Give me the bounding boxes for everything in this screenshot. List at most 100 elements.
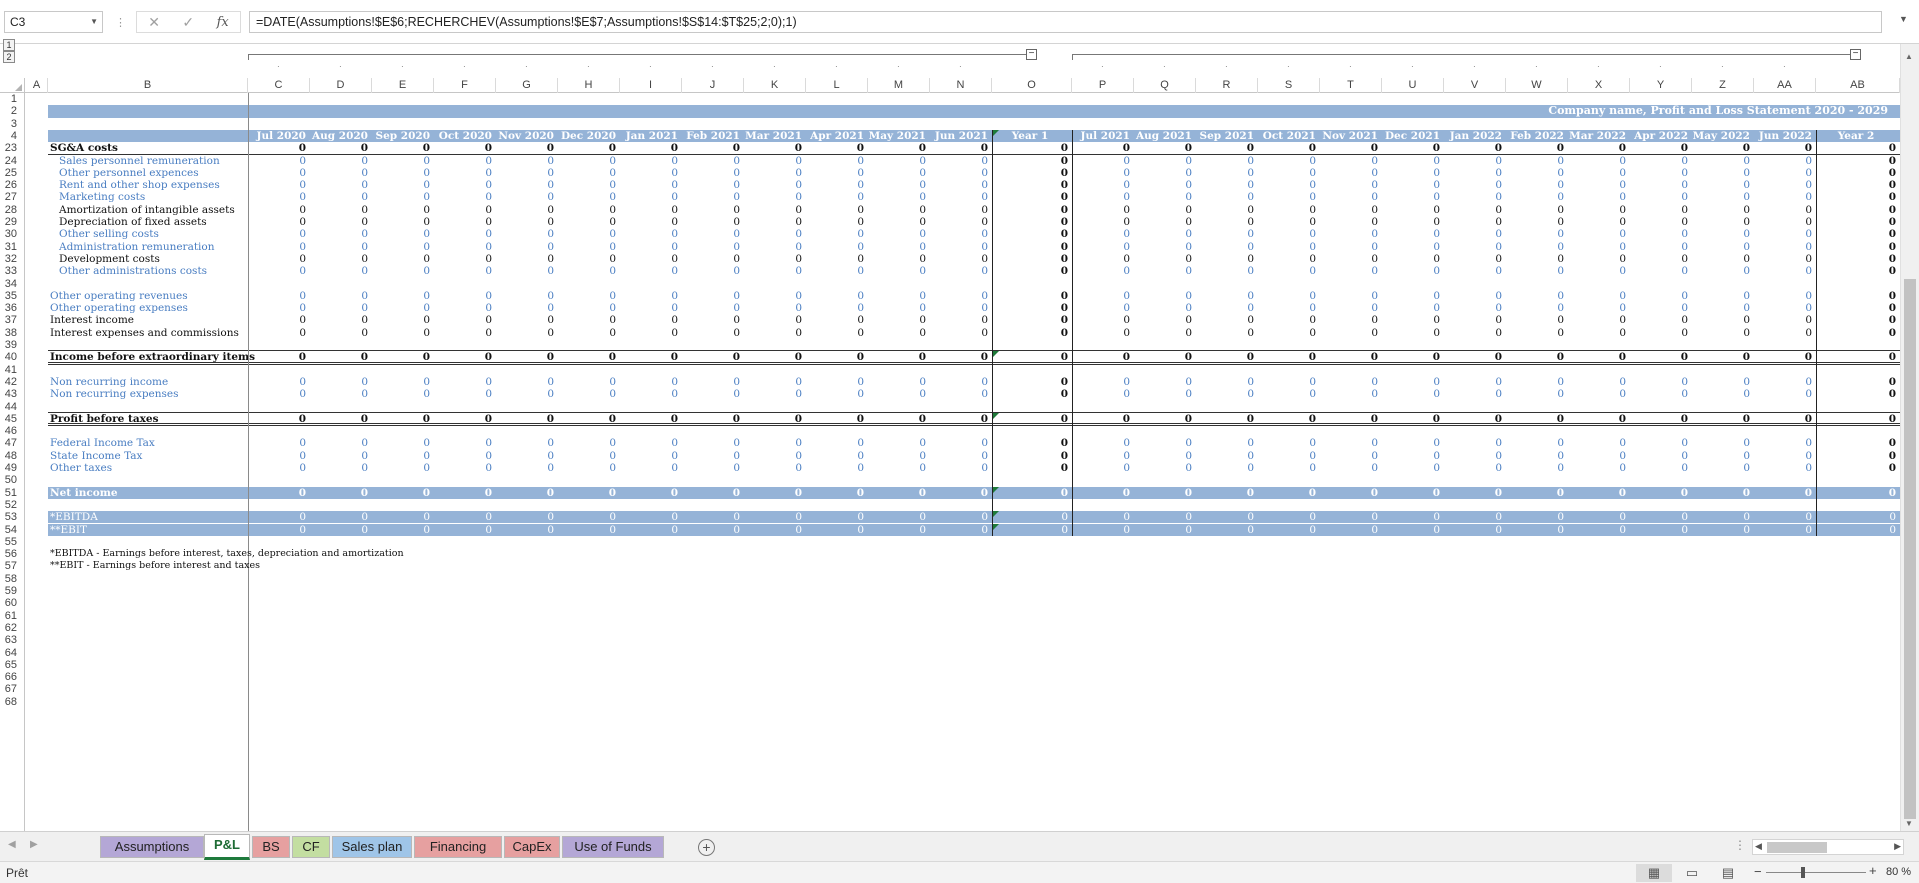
row-header-42[interactable]: 42 bbox=[0, 376, 24, 388]
row-header-40[interactable]: 40 bbox=[0, 351, 24, 363]
value-cell[interactable]: 0 bbox=[310, 487, 372, 502]
value-cell[interactable]: 0 bbox=[434, 265, 496, 280]
value-cell[interactable]: 0 bbox=[1816, 327, 1900, 342]
value-cell[interactable]: 0 bbox=[992, 327, 1072, 342]
page-break-view-icon[interactable]: ▤ bbox=[1710, 864, 1746, 882]
row-header-1[interactable]: 1 bbox=[0, 93, 24, 105]
value-cell[interactable]: 0 bbox=[310, 327, 372, 342]
row-header-66[interactable]: 66 bbox=[0, 671, 24, 683]
outline-level-2-button[interactable]: 2 bbox=[3, 51, 15, 63]
value-cell[interactable]: 0 bbox=[1568, 265, 1630, 280]
value-cell[interactable]: 0 bbox=[1506, 388, 1568, 403]
value-cell[interactable]: 0 bbox=[868, 327, 930, 342]
value-cell[interactable]: 0 bbox=[1754, 327, 1816, 342]
value-cell[interactable]: 0 bbox=[248, 265, 310, 280]
scroll-up-icon[interactable]: ▲ bbox=[1905, 52, 1913, 61]
column-header-x[interactable]: X bbox=[1568, 78, 1630, 93]
check-icon[interactable]: ✓ bbox=[182, 14, 194, 31]
value-cell[interactable]: 0 bbox=[868, 524, 930, 539]
sheet-tab-financing[interactable]: Financing bbox=[414, 836, 502, 858]
column-header-s[interactable]: S bbox=[1258, 78, 1320, 93]
value-cell[interactable]: 0 bbox=[1816, 524, 1900, 539]
zoom-slider-thumb[interactable] bbox=[1801, 867, 1805, 878]
value-cell[interactable]: 0 bbox=[744, 462, 806, 477]
value-cell[interactable]: 0 bbox=[1506, 524, 1568, 539]
sheet-tab-assumptions[interactable]: Assumptions bbox=[100, 836, 204, 858]
value-cell[interactable]: 0 bbox=[1568, 487, 1630, 502]
value-cell[interactable]: 0 bbox=[744, 388, 806, 403]
value-cell[interactable]: 0 bbox=[1630, 327, 1692, 342]
value-cell[interactable]: 0 bbox=[1816, 462, 1900, 477]
value-cell[interactable]: 0 bbox=[1568, 327, 1630, 342]
value-cell[interactable]: 0 bbox=[1072, 388, 1134, 403]
name-box[interactable]: C3 ▼ bbox=[4, 11, 103, 33]
column-header-u[interactable]: U bbox=[1382, 78, 1444, 93]
value-cell[interactable]: 0 bbox=[558, 524, 620, 539]
row-header-64[interactable]: 64 bbox=[0, 647, 24, 659]
row-header-58[interactable]: 58 bbox=[0, 573, 24, 585]
row-header-24[interactable]: 24 bbox=[0, 155, 24, 167]
zoom-slider[interactable] bbox=[1766, 872, 1866, 873]
column-header-ab[interactable]: AB bbox=[1816, 78, 1900, 93]
value-cell[interactable]: 0 bbox=[1692, 462, 1754, 477]
row-header-46[interactable]: 46 bbox=[0, 425, 24, 437]
prev-sheet-icon[interactable]: ◀ bbox=[8, 839, 16, 850]
chevron-down-icon[interactable]: ▼ bbox=[90, 12, 98, 32]
expand-formula-icon[interactable]: ▼ bbox=[1899, 14, 1908, 24]
row-header-34[interactable]: 34 bbox=[0, 278, 24, 290]
value-cell[interactable]: 0 bbox=[806, 327, 868, 342]
vertical-scroll-thumb[interactable] bbox=[1904, 279, 1916, 819]
value-cell[interactable]: 0 bbox=[1754, 524, 1816, 539]
row-header-2[interactable]: 2 bbox=[0, 105, 24, 117]
value-cell[interactable]: 0 bbox=[620, 487, 682, 502]
value-cell[interactable]: 0 bbox=[620, 327, 682, 342]
column-header-v[interactable]: V bbox=[1444, 78, 1506, 93]
column-header-o[interactable]: O bbox=[992, 78, 1072, 93]
value-cell[interactable]: 0 bbox=[1382, 327, 1444, 342]
value-cell[interactable]: 0 bbox=[558, 388, 620, 403]
value-cell[interactable]: 0 bbox=[1382, 487, 1444, 502]
sheet-tab-p-l[interactable]: P&L bbox=[204, 834, 250, 860]
row-header-31[interactable]: 31 bbox=[0, 241, 24, 253]
add-sheet-button[interactable]: + bbox=[698, 839, 715, 856]
value-cell[interactable]: 0 bbox=[1072, 462, 1134, 477]
value-cell[interactable]: 0 bbox=[372, 388, 434, 403]
row-header-37[interactable]: 37 bbox=[0, 314, 24, 326]
value-cell[interactable]: 0 bbox=[1568, 462, 1630, 477]
value-cell[interactable]: 0 bbox=[1320, 462, 1382, 477]
page-layout-view-icon[interactable]: ▭ bbox=[1674, 864, 1710, 882]
value-cell[interactable]: 0 bbox=[868, 487, 930, 502]
column-header-k[interactable]: K bbox=[744, 78, 806, 93]
value-cell[interactable]: 0 bbox=[1444, 265, 1506, 280]
row-header-51[interactable]: 51 bbox=[0, 487, 24, 499]
column-header-z[interactable]: Z bbox=[1692, 78, 1754, 93]
value-cell[interactable]: 0 bbox=[434, 462, 496, 477]
value-cell[interactable]: 0 bbox=[1692, 388, 1754, 403]
value-cell[interactable]: 0 bbox=[1072, 265, 1134, 280]
value-cell[interactable]: 0 bbox=[1196, 265, 1258, 280]
value-cell[interactable]: 0 bbox=[1320, 388, 1382, 403]
value-cell[interactable]: 0 bbox=[1692, 265, 1754, 280]
value-cell[interactable]: 0 bbox=[930, 327, 992, 342]
value-cell[interactable]: 0 bbox=[558, 265, 620, 280]
value-cell[interactable]: 0 bbox=[1444, 524, 1506, 539]
row-header-23[interactable]: 23 bbox=[0, 142, 24, 154]
value-cell[interactable]: 0 bbox=[1320, 265, 1382, 280]
row-header-39[interactable]: 39 bbox=[0, 339, 24, 351]
value-cell[interactable]: 0 bbox=[868, 462, 930, 477]
value-cell[interactable]: 0 bbox=[1568, 388, 1630, 403]
value-cell[interactable]: 0 bbox=[1134, 265, 1196, 280]
value-cell[interactable]: 0 bbox=[1568, 524, 1630, 539]
value-cell[interactable]: 0 bbox=[1258, 327, 1320, 342]
row-header-43[interactable]: 43 bbox=[0, 388, 24, 400]
column-header-p[interactable]: P bbox=[1072, 78, 1134, 93]
value-cell[interactable]: 0 bbox=[744, 265, 806, 280]
value-cell[interactable]: 0 bbox=[1506, 462, 1568, 477]
column-header-e[interactable]: E bbox=[372, 78, 434, 93]
normal-view-icon[interactable]: ▦ bbox=[1636, 864, 1672, 882]
value-cell[interactable]: 0 bbox=[1258, 487, 1320, 502]
value-cell[interactable]: 0 bbox=[806, 462, 868, 477]
value-cell[interactable]: 0 bbox=[744, 524, 806, 539]
value-cell[interactable]: 0 bbox=[992, 388, 1072, 403]
value-cell[interactable]: 0 bbox=[558, 487, 620, 502]
